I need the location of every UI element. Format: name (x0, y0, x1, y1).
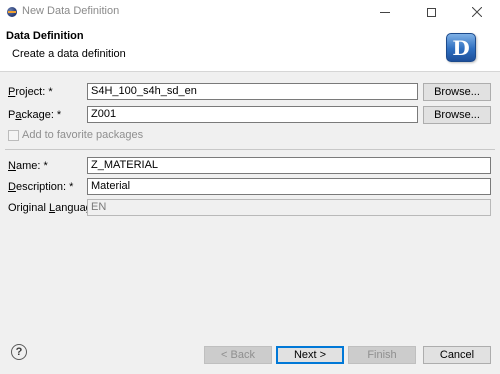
favorite-checkbox[interactable] (8, 130, 19, 141)
package-browse-button[interactable]: Browse... (423, 106, 491, 124)
maximize-icon (426, 7, 436, 17)
maximize-button[interactable] (408, 0, 454, 24)
name-label-mnemonic: N (8, 160, 16, 172)
data-definition-icon: D (446, 33, 476, 62)
close-icon (472, 7, 482, 17)
package-field[interactable]: Z001 (87, 106, 418, 123)
project-field[interactable]: S4H_100_s4h_sd_en (87, 83, 418, 100)
back-button[interactable]: < Back (204, 346, 272, 364)
next-button[interactable]: Next > (276, 346, 344, 364)
window-title: New Data Definition (22, 5, 120, 17)
package-label: Package: * (8, 109, 61, 121)
wizard-subtitle: Create a data definition (12, 48, 126, 60)
project-browse-button[interactable]: Browse... (423, 83, 491, 101)
project-label-suffix: roject: * (15, 86, 53, 98)
close-button[interactable] (454, 0, 500, 24)
package-label-suffix: ckage: * (21, 109, 62, 121)
original-language-field: EN (87, 199, 491, 216)
minimize-icon (380, 11, 390, 13)
name-label-suffix: ame: * (15, 160, 48, 172)
eclipse-icon (7, 7, 17, 17)
project-label: Project: * (8, 86, 53, 98)
cancel-button[interactable]: Cancel (423, 346, 491, 364)
title-bar: New Data Definition (0, 0, 500, 24)
wizard-title: Data Definition (6, 30, 84, 42)
name-label: Name: * (8, 160, 48, 172)
name-field[interactable]: Z_MATERIAL (87, 157, 491, 174)
finish-button[interactable]: Finish (348, 346, 416, 364)
wizard-header: Data Definition Create a data definition… (0, 24, 500, 72)
description-label-suffix: escription: * (15, 181, 74, 193)
description-label: Description: * (8, 181, 73, 193)
divider (5, 149, 495, 150)
language-label-prefix: Original (8, 202, 49, 214)
help-icon[interactable]: ? (11, 344, 27, 360)
description-field[interactable]: Material (87, 178, 491, 195)
minimize-button[interactable] (362, 0, 408, 24)
favorite-checkbox-label: Add to favorite packages (22, 129, 144, 141)
description-label-mnemonic: D (8, 181, 16, 193)
